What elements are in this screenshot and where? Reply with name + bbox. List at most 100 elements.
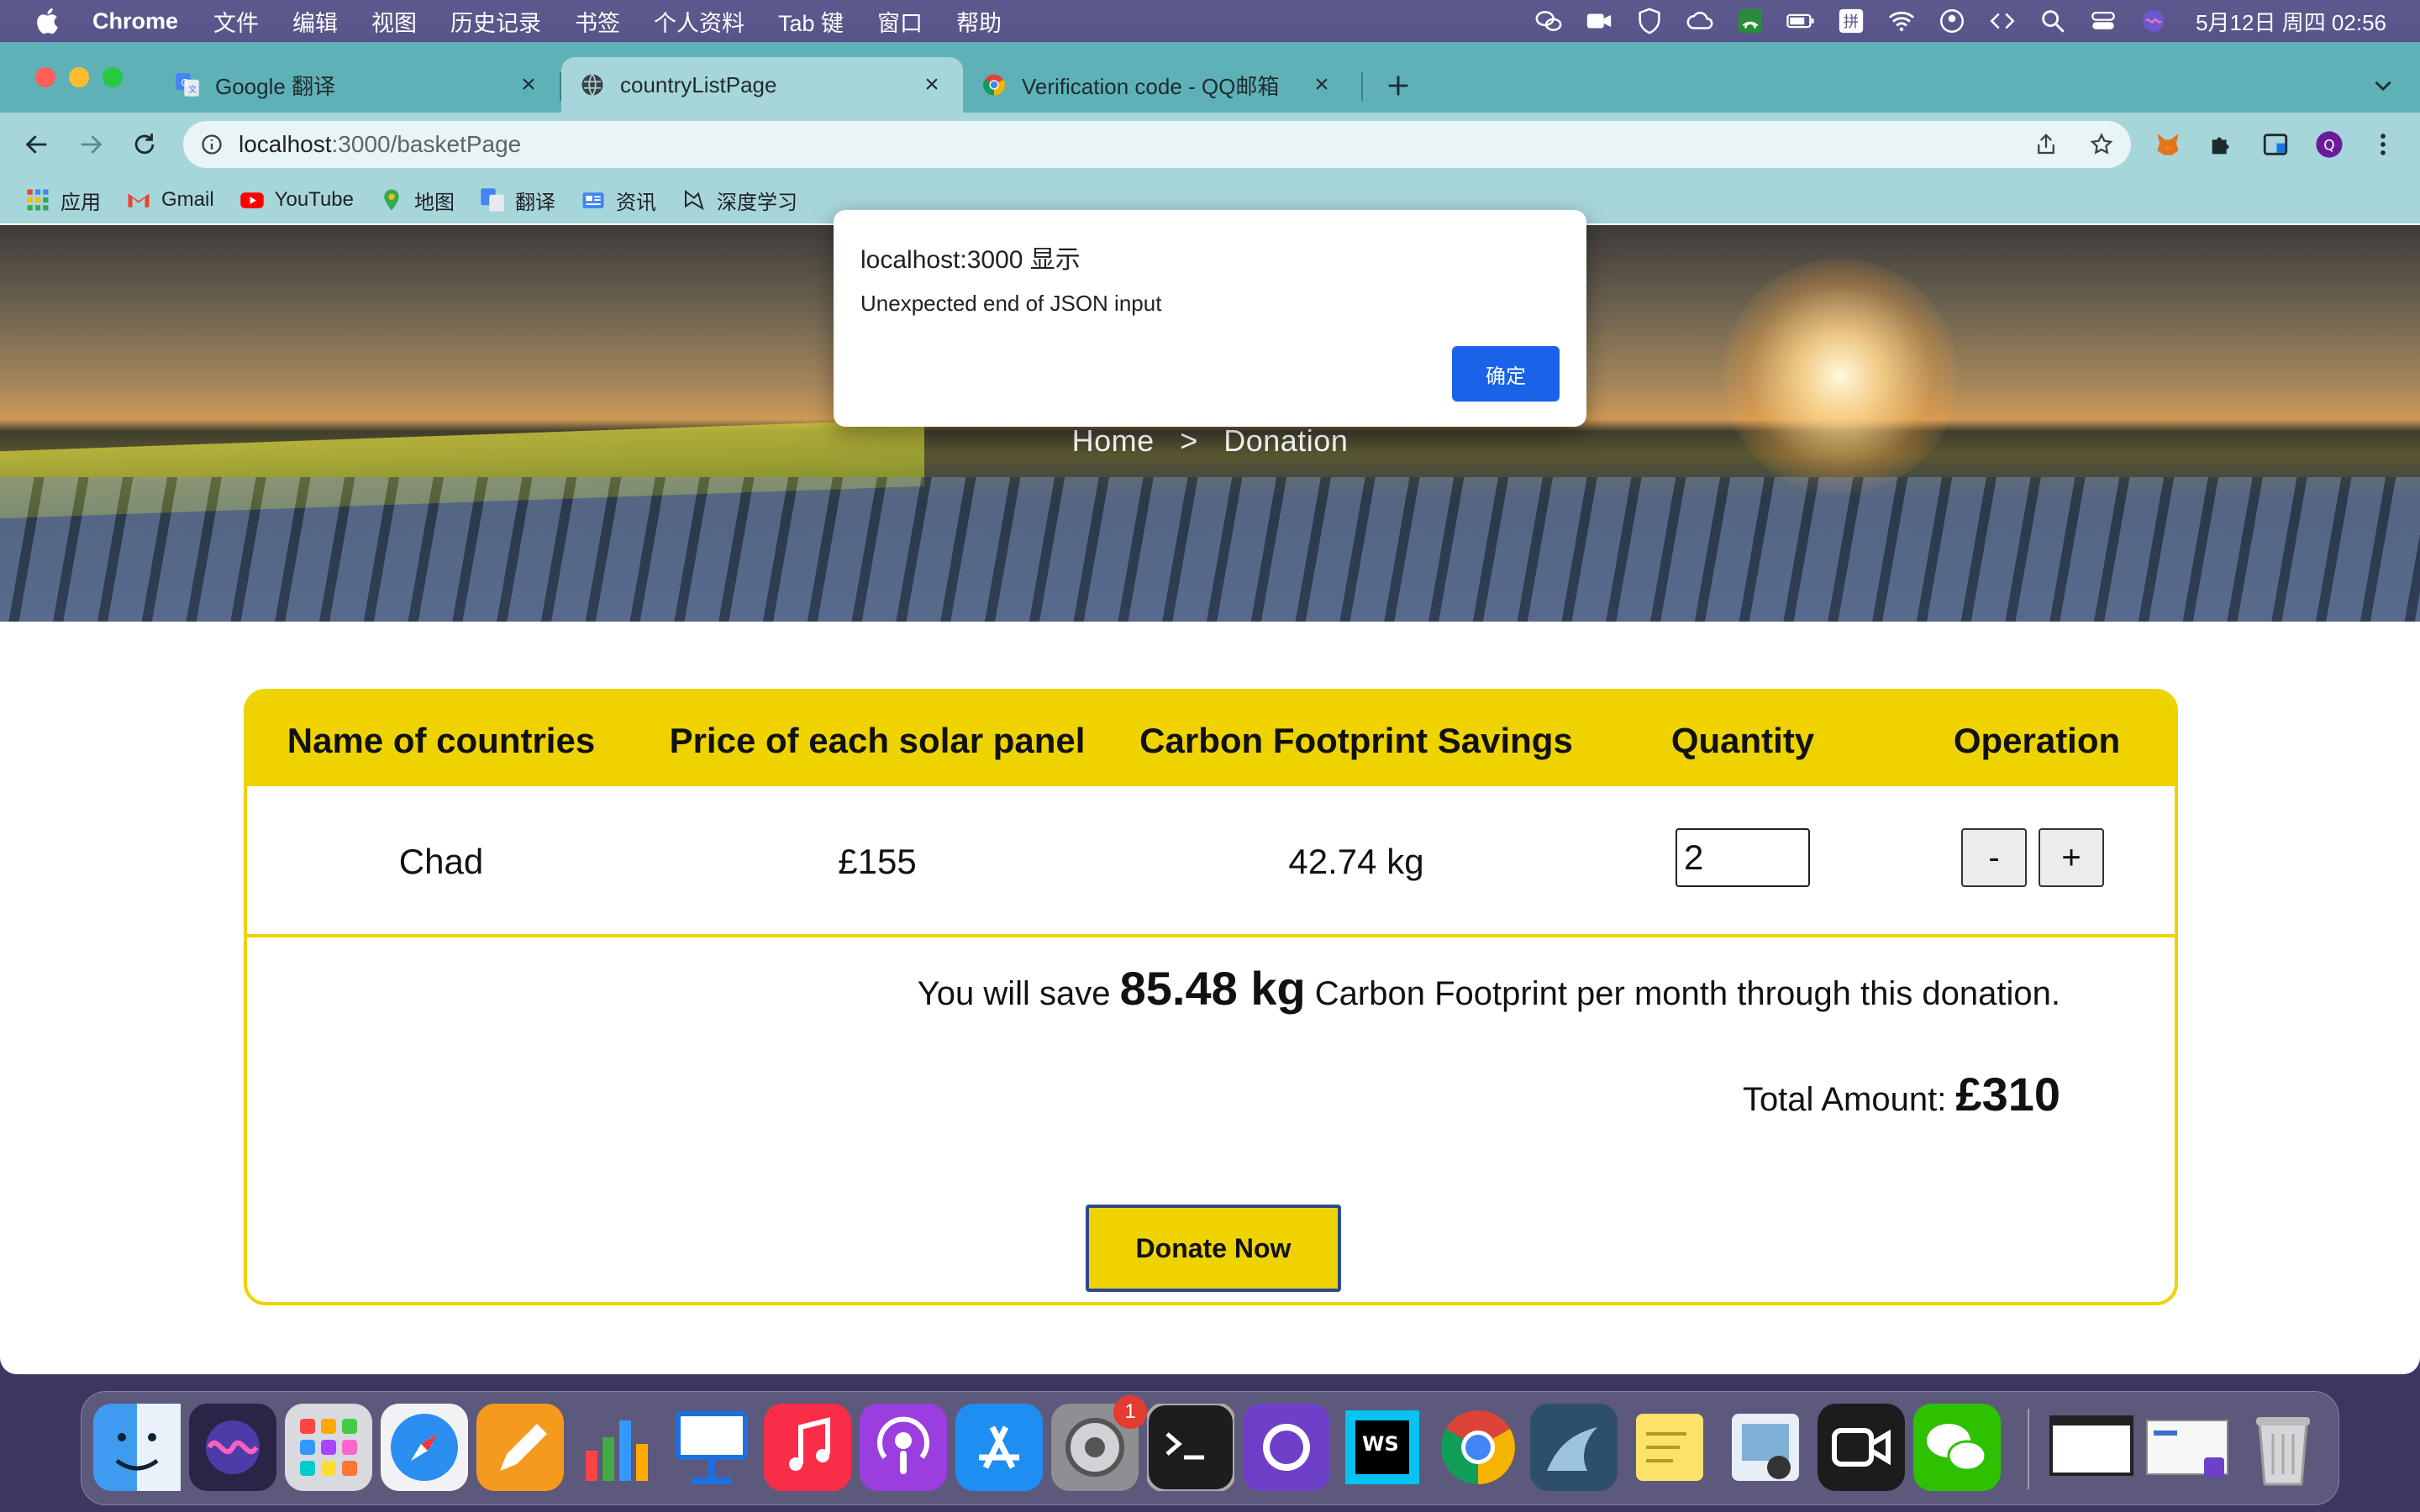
menu-edit[interactable]: 编辑: [292, 5, 338, 38]
shield-status-icon[interactable]: [1633, 6, 1666, 36]
keynote-icon[interactable]: [668, 1404, 755, 1491]
menu-bookmarks[interactable]: 书签: [575, 5, 620, 38]
network-monitor-icon[interactable]: [1733, 6, 1767, 36]
tab-groups-button[interactable]: [2257, 126, 2294, 163]
window-minimize-button[interactable]: [69, 67, 89, 87]
bookmark-deep-learning[interactable]: 深度学习: [681, 186, 797, 215]
breadcrumb-home[interactable]: Home: [1072, 423, 1155, 458]
webstorm-icon[interactable]: WS: [1339, 1404, 1426, 1491]
fox-icon: [2157, 134, 2179, 155]
menu-app-name[interactable]: Chrome: [92, 8, 178, 34]
reload-button[interactable]: [126, 126, 163, 163]
preview-icon[interactable]: [1722, 1404, 1809, 1491]
wifi-icon[interactable]: [1885, 6, 1918, 36]
metamask-extension[interactable]: [2149, 126, 2186, 163]
bookmark-translate[interactable]: 翻译: [480, 186, 555, 215]
code-brackets-icon[interactable]: [1986, 6, 2019, 36]
tab-title: Google 翻译: [215, 73, 336, 99]
apple-icon[interactable]: [34, 6, 64, 36]
github-desktop-icon[interactable]: [1243, 1404, 1330, 1491]
mysql-workbench-icon[interactable]: [1530, 1404, 1618, 1491]
siri-status-icon[interactable]: [2137, 6, 2170, 36]
savings-suffix: Carbon Footprint per month through this …: [1305, 975, 2060, 1012]
svg-text:拼: 拼: [1844, 13, 1859, 31]
app-store-icon[interactable]: [955, 1404, 1043, 1491]
bookmark-gmail[interactable]: Gmail: [126, 187, 214, 213]
tab-google-translate[interactable]: G文 Google 翻译 ×: [156, 57, 560, 113]
tab-close-icon[interactable]: ×: [516, 71, 541, 98]
new-tab-button[interactable]: [1380, 67, 1417, 104]
increase-quantity-button[interactable]: +: [2039, 828, 2104, 887]
plus-icon: [1388, 76, 1408, 96]
system-preferences-icon[interactable]: 1: [1051, 1395, 1147, 1491]
menu-clock[interactable]: 5月12日 周四 02:56: [2196, 6, 2386, 37]
safari-icon[interactable]: [381, 1404, 468, 1491]
forward-button[interactable]: [72, 126, 109, 163]
savings-amount: 85.48 kg: [1119, 962, 1306, 1015]
tab-close-icon[interactable]: ×: [1309, 71, 1334, 98]
numbers-icon[interactable]: [572, 1404, 660, 1491]
podcasts-icon[interactable]: [860, 1404, 947, 1491]
breadcrumb-current: Donation: [1223, 423, 1349, 458]
battery-icon[interactable]: [1784, 6, 1818, 36]
wechat-icon[interactable]: [1913, 1404, 2001, 1491]
music-icon[interactable]: [764, 1404, 851, 1491]
launchpad-icon[interactable]: [285, 1404, 372, 1491]
chrome-icon[interactable]: [1434, 1404, 1522, 1491]
bookmark-label: 资讯: [615, 191, 656, 214]
creative-cloud-icon[interactable]: [1683, 6, 1717, 36]
puzzle-icon: [2212, 137, 2229, 155]
wechat-status-icon[interactable]: [1532, 6, 1565, 36]
pages-icon[interactable]: [476, 1404, 564, 1491]
terminal-icon[interactable]: [1145, 1402, 1236, 1493]
menu-tab[interactable]: Tab 键: [778, 5, 844, 38]
address-bar[interactable]: localhost:3000/basketPage: [183, 121, 2131, 168]
menu-window[interactable]: 窗口: [877, 5, 923, 38]
profile-button[interactable]: Q: [2311, 126, 2348, 163]
menu-help[interactable]: 帮助: [956, 5, 1002, 38]
facetime-icon[interactable]: [1818, 1404, 1905, 1491]
bookmark-youtube[interactable]: YouTube: [239, 187, 354, 213]
user-status-icon[interactable]: [1935, 6, 1969, 36]
star-icon[interactable]: [2089, 132, 2114, 157]
trash-icon[interactable]: [2239, 1404, 2327, 1491]
tab-country-list-page[interactable]: countryListPage ×: [561, 57, 963, 113]
share-icon[interactable]: [2033, 132, 2059, 157]
tab-search-button[interactable]: [2365, 67, 2402, 104]
tab-qq-mail[interactable]: Verification code - QQ邮箱 ×: [963, 57, 1353, 113]
chevron-down-icon: [2375, 81, 2391, 92]
back-button[interactable]: [18, 126, 55, 163]
finder-icon[interactable]: [93, 1404, 181, 1491]
menu-view[interactable]: 视图: [371, 5, 417, 38]
menu-file[interactable]: 文件: [213, 5, 259, 38]
bookmark-apps[interactable]: 应用: [25, 186, 101, 215]
window-close-button[interactable]: [35, 67, 55, 87]
decrease-quantity-button[interactable]: -: [1961, 828, 2027, 887]
window-thumbnail-icon[interactable]: [2144, 1404, 2231, 1491]
tab-close-icon[interactable]: ×: [919, 71, 944, 98]
quantity-input[interactable]: [1676, 828, 1810, 887]
header-price: Price of each solar panel: [669, 721, 1086, 760]
stickies-icon[interactable]: [1626, 1404, 1713, 1491]
camera-status-icon[interactable]: [1582, 6, 1616, 36]
window-zoom-button[interactable]: [103, 67, 123, 87]
chrome-menu-button[interactable]: [2365, 126, 2402, 163]
google-translate-icon: [481, 188, 504, 212]
menu-profiles[interactable]: 个人资料: [654, 5, 744, 38]
alert-ok-button[interactable]: 确定: [1452, 346, 1560, 402]
info-icon[interactable]: [200, 133, 224, 156]
row-divider: [247, 934, 2175, 937]
header-country: Name of countries: [287, 721, 596, 760]
window-thumbnail-icon[interactable]: [2048, 1404, 2135, 1491]
url-host: localhost: [239, 131, 332, 157]
bookmark-news[interactable]: 资讯: [581, 186, 656, 215]
input-method-icon[interactable]: 拼: [1834, 6, 1868, 36]
siri-icon[interactable]: [189, 1404, 276, 1491]
bookmark-maps[interactable]: 地图: [379, 186, 455, 215]
menu-history[interactable]: 历史记录: [450, 5, 541, 38]
control-center-icon[interactable]: [2086, 6, 2120, 36]
extensions-button[interactable]: [2203, 126, 2240, 163]
donate-now-button[interactable]: Donate Now: [1086, 1205, 1341, 1292]
url-path: :3000/basketPage: [331, 131, 522, 157]
spotlight-search-icon[interactable]: [2036, 6, 2070, 36]
